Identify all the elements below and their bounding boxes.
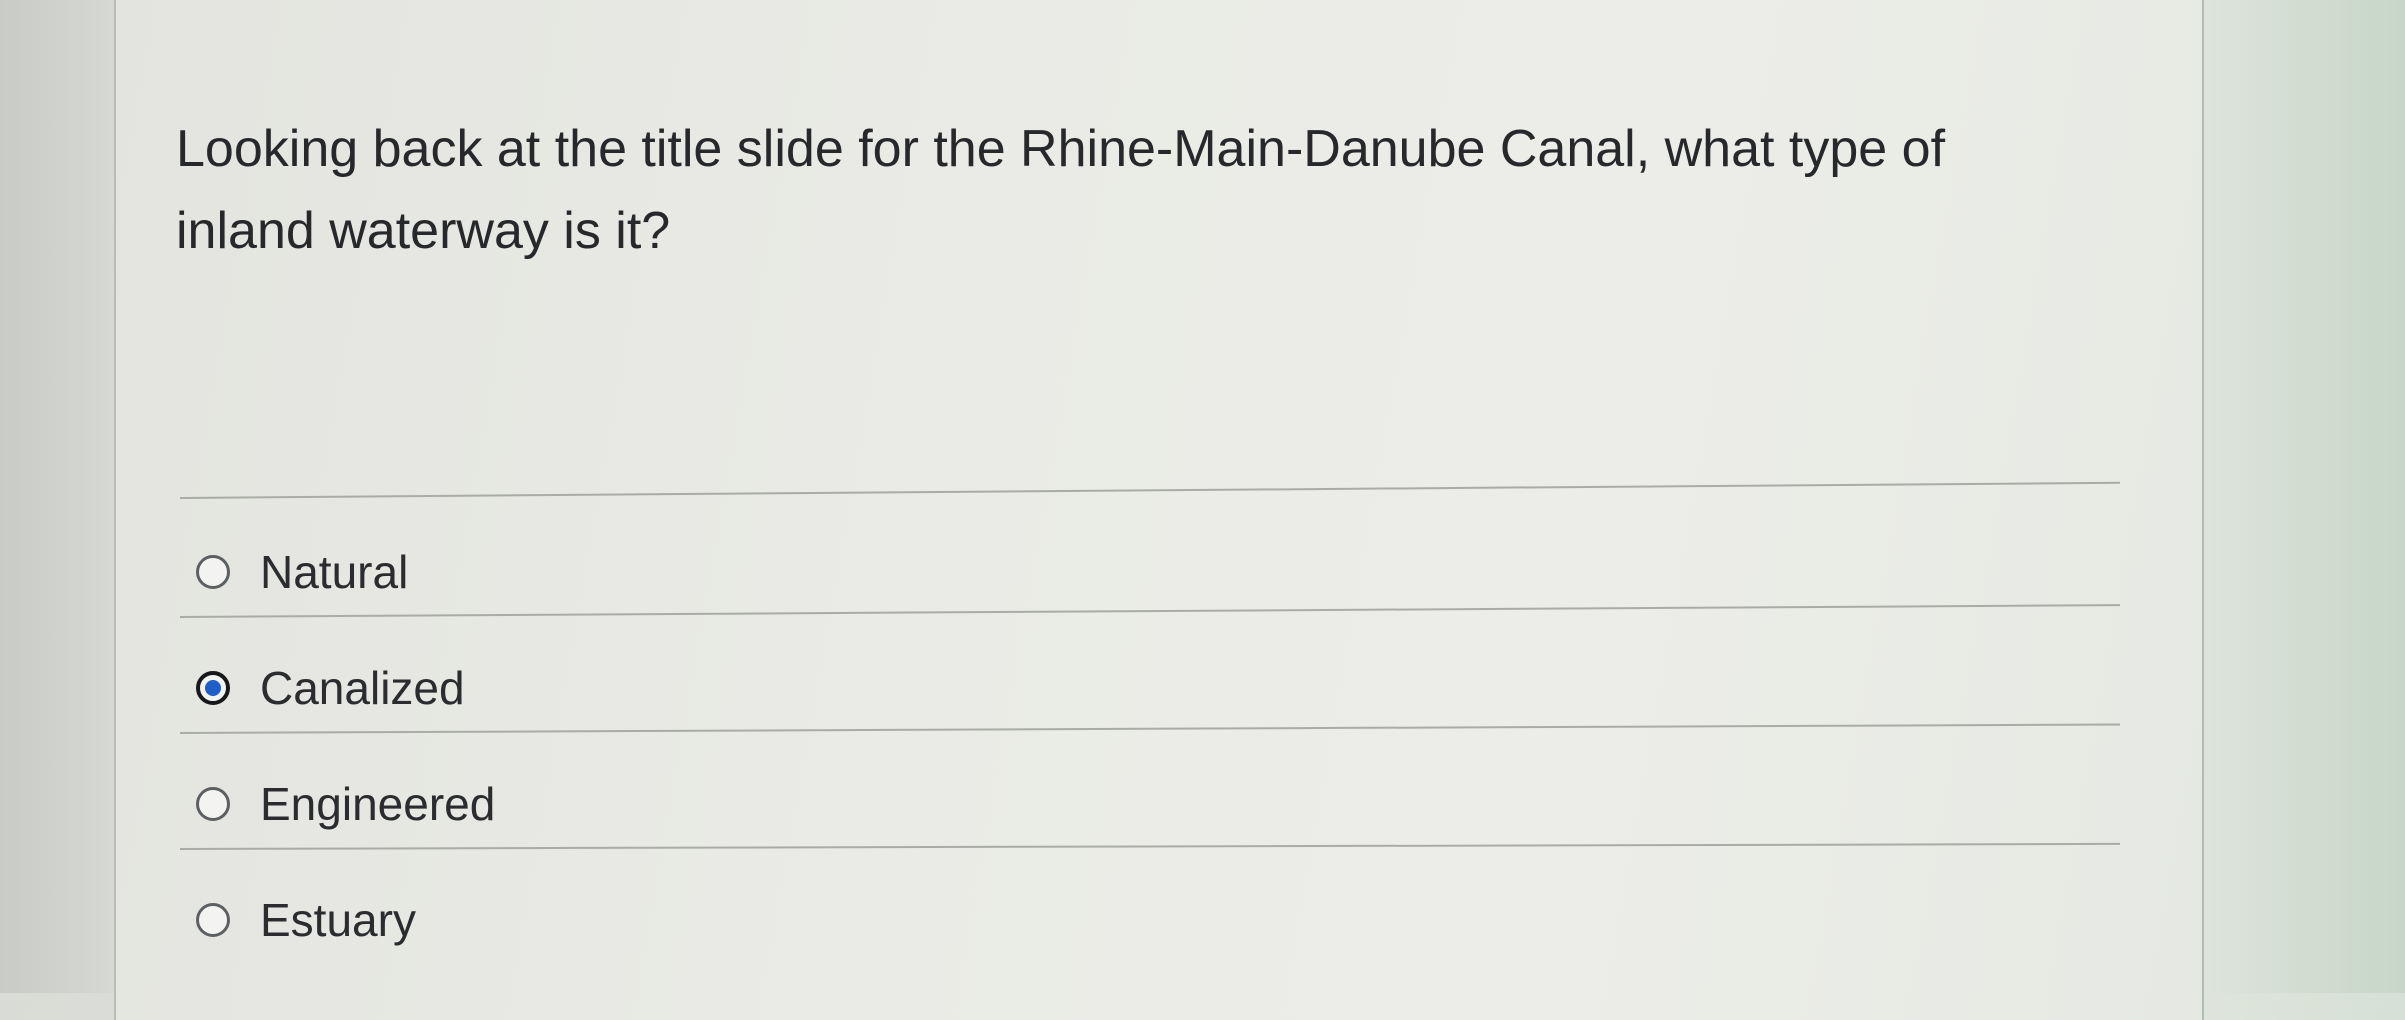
answer-option-canalized[interactable]: Canalized: [196, 656, 465, 720]
radio-button-estuary[interactable]: [196, 903, 230, 937]
answer-option-natural[interactable]: Natural: [196, 540, 408, 604]
radio-button-natural[interactable]: [196, 555, 230, 589]
answer-label-canalized: Canalized: [260, 662, 465, 714]
background-left: [0, 0, 114, 993]
radio-button-canalized[interactable]: [196, 671, 230, 705]
radio-button-engineered[interactable]: [196, 787, 230, 821]
answer-label-estuary: Estuary: [260, 894, 416, 946]
answer-option-estuary[interactable]: Estuary: [196, 888, 416, 952]
answer-label-engineered: Engineered: [260, 778, 496, 830]
background-right: [2200, 0, 2405, 993]
answer-label-natural: Natural: [260, 546, 409, 598]
question-text: Looking back at the title slide for the …: [176, 120, 1946, 260]
answer-option-engineered[interactable]: Engineered: [196, 772, 495, 836]
